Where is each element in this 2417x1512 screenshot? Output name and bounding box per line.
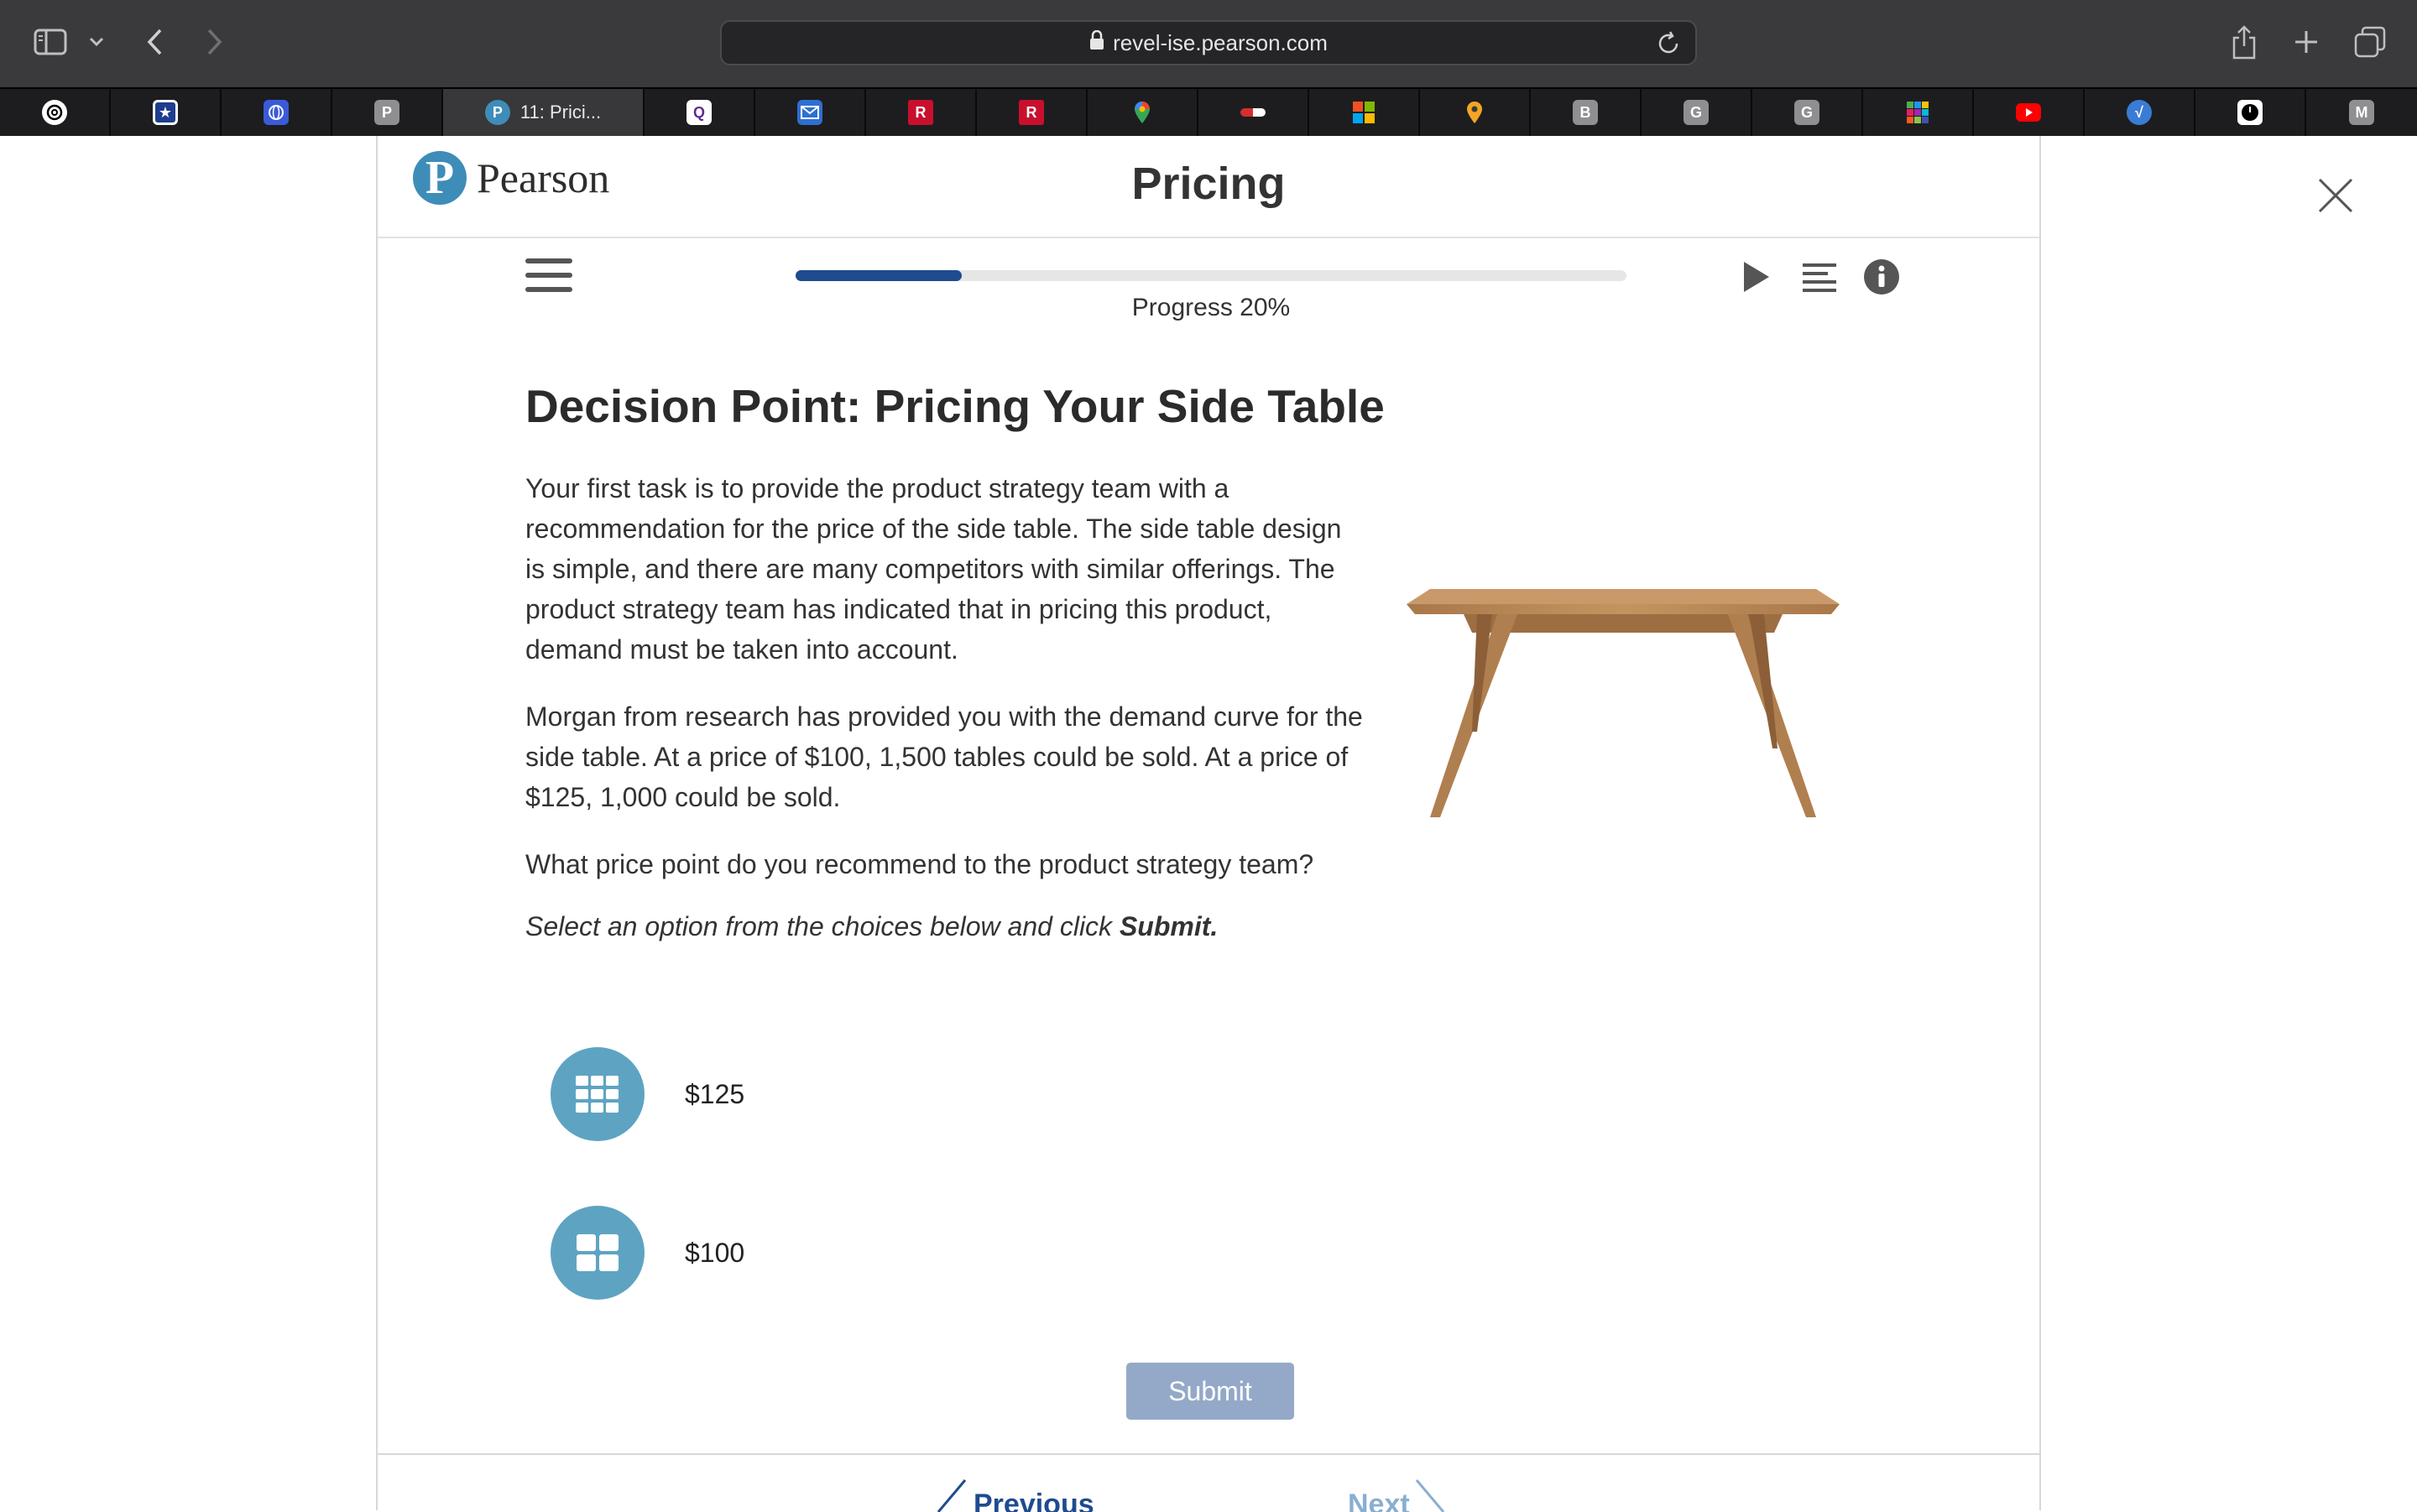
play-icon[interactable]	[1742, 260, 1772, 295]
tab-openai[interactable]	[0, 89, 111, 136]
tab-mail[interactable]	[755, 89, 866, 136]
back-arrow-icon[interactable]	[138, 23, 171, 60]
side-table-image	[1405, 581, 1841, 824]
option-label[interactable]: $125	[685, 1079, 744, 1110]
tab-sqrt[interactable]: √	[2085, 89, 2195, 136]
tab-pill[interactable]	[1198, 89, 1309, 136]
instruction-prefix: Select an option from the choices below …	[525, 911, 1120, 941]
progress-fill	[796, 270, 962, 281]
tab-m-letter[interactable]: M	[2306, 89, 2417, 136]
pearson-icon: P	[484, 100, 510, 125]
tab-maps[interactable]	[1088, 89, 1198, 136]
option-100[interactable]: $100	[551, 1206, 744, 1300]
transcript-icon[interactable]	[1801, 262, 1838, 295]
progress-label: Progress 20%	[1131, 294, 1291, 321]
tab-r-letter-2[interactable]: R	[977, 89, 1088, 136]
previous-label: Previous	[974, 1489, 1094, 1512]
intro-paragraph: Your first task is to provide the produc…	[525, 473, 1342, 665]
reload-icon[interactable]	[1655, 30, 1682, 57]
previous-link[interactable]: Previous	[932, 1478, 1094, 1512]
grid-app-icon	[1905, 100, 1930, 125]
b-letter-icon: B	[1573, 100, 1598, 125]
location-icon	[1462, 100, 1487, 125]
p-letter-icon: P	[374, 100, 399, 125]
page-title: Pricing	[1131, 159, 1286, 209]
tab-r-letter-1[interactable]: R	[866, 89, 977, 136]
youtube-icon	[2016, 100, 2041, 125]
chevron-down-icon[interactable]	[84, 30, 109, 54]
g-letter-icon: G	[1794, 100, 1819, 125]
tab-youtube[interactable]	[1974, 89, 2085, 136]
tab-b-letter[interactable]: B	[1531, 89, 1642, 136]
instruction-text: Select an option from the choices below …	[525, 911, 1365, 942]
globe-badge-icon	[264, 100, 289, 125]
footer-divider	[378, 1453, 2039, 1455]
tab-pricing-active[interactable]: P 11: Prici...	[443, 89, 645, 136]
grid-9-icon[interactable]	[551, 1047, 645, 1141]
tab-microsoft[interactable]	[1309, 89, 1420, 136]
address-bar[interactable]: revel-ise.pearson.com	[720, 20, 1697, 65]
g-letter-icon: G	[1684, 100, 1709, 125]
r-letter-icon: R	[1019, 100, 1044, 125]
forward-arrow-icon[interactable]	[198, 23, 232, 60]
tab-bar: ★ P P 11: Prici... Q R R B G G √ M	[0, 87, 2417, 136]
option-label[interactable]: $100	[685, 1238, 744, 1269]
option-125[interactable]: $125	[551, 1047, 744, 1141]
question-content: Decision Point: Pricing Your Side Table …	[525, 379, 1385, 942]
star-badge-icon: ★	[153, 100, 178, 125]
grid-4-icon[interactable]	[551, 1206, 645, 1300]
chevron-right-icon	[1410, 1478, 1449, 1512]
microsoft-icon	[1351, 100, 1376, 125]
tab-g-letter-2[interactable]: G	[1752, 89, 1863, 136]
close-icon[interactable]	[2316, 176, 2355, 215]
next-label: Next	[1348, 1489, 1410, 1512]
tab-q-letter[interactable]: Q	[645, 89, 755, 136]
sqrt-icon: √	[2127, 100, 2152, 125]
tab-grid-app[interactable]	[1863, 89, 1974, 136]
tab-p-letter[interactable]: P	[332, 89, 443, 136]
progress-bar	[796, 270, 1626, 281]
section-heading: Decision Point: Pricing Your Side Table	[525, 380, 1385, 432]
share-icon[interactable]	[2226, 22, 2263, 62]
maps-pin-icon	[1130, 100, 1155, 125]
m-letter-icon: M	[2349, 100, 2374, 125]
page-viewport: P Pearson Pricing Progress 20% Decision …	[0, 136, 2417, 1512]
tab-globe-badge[interactable]	[222, 89, 332, 136]
pill-icon	[1240, 100, 1266, 125]
clock-icon	[2237, 100, 2263, 125]
next-link[interactable]: Next	[1348, 1478, 1449, 1512]
tab-g-letter-1[interactable]: G	[1642, 89, 1752, 136]
submit-button[interactable]: Submit	[1126, 1363, 1294, 1420]
demand-paragraph: Morgan from research has provided you wi…	[525, 701, 1363, 812]
tab-overview-icon[interactable]	[2350, 22, 2390, 62]
q-letter-icon: Q	[686, 100, 712, 125]
chevron-left-icon	[932, 1478, 970, 1512]
tab-title: 11: Prici...	[519, 102, 602, 123]
mail-icon	[797, 100, 822, 125]
tab-star-badge[interactable]: ★	[111, 89, 222, 136]
sidebar-toggle-icon[interactable]	[32, 27, 69, 57]
lock-icon	[1089, 29, 1104, 56]
browser-toolbar: revel-ise.pearson.com	[0, 0, 2417, 87]
hamburger-menu-icon[interactable]	[525, 257, 576, 297]
lesson-header: P Pearson Pricing	[378, 136, 2039, 238]
r-letter-icon: R	[908, 100, 933, 125]
instruction-bold: Submit.	[1119, 911, 1219, 941]
url-text: revel-ise.pearson.com	[1113, 29, 1328, 55]
new-tab-plus-icon[interactable]	[2288, 22, 2325, 62]
lesson-frame: P Pearson Pricing Progress 20% Decision …	[376, 136, 2041, 1512]
openai-icon	[42, 100, 67, 125]
tab-location[interactable]	[1420, 89, 1531, 136]
tab-clock[interactable]	[2195, 89, 2306, 136]
info-icon[interactable]	[1863, 258, 1900, 295]
question-paragraph: What price point do you recommend to the…	[525, 849, 1314, 879]
